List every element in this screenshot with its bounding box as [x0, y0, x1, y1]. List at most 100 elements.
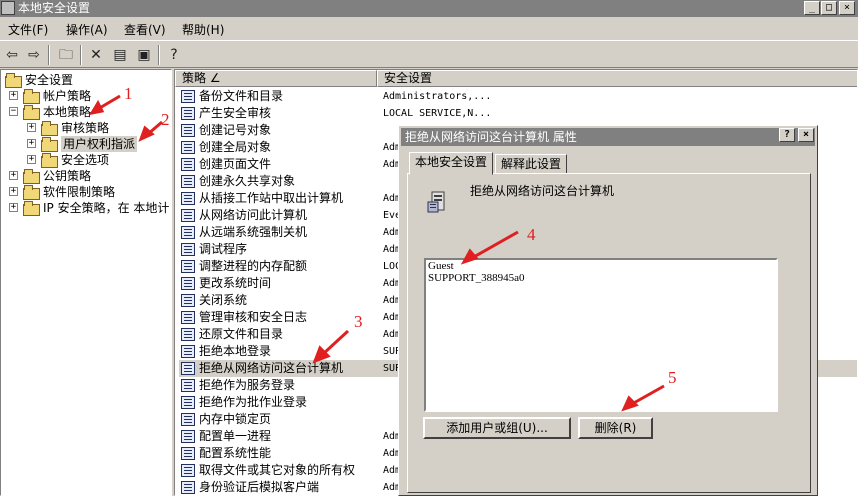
expand-icon[interactable]: + — [9, 187, 18, 196]
user-list[interactable]: Guest SUPPORT_388945a0 — [424, 258, 778, 412]
menu-action[interactable]: 操作(A) — [66, 21, 108, 38]
menu-help[interactable]: 帮助(H) — [182, 21, 224, 38]
policy-icon — [181, 328, 195, 341]
policy-name: 备份文件和目录 — [199, 89, 284, 103]
export-icon[interactable]: ▣ — [134, 45, 154, 65]
policy-name: 更改系统时间 — [199, 276, 272, 290]
policy-icon — [181, 396, 195, 409]
policy-name: 从插接工作站中取出计算机 — [199, 191, 344, 205]
expand-icon[interactable]: + — [9, 203, 18, 212]
toolbar: ⇦ ⇨ 🗀 ✕ ▤ ▣ ? — [0, 40, 858, 68]
policy-icon — [181, 107, 195, 120]
policy-icon — [181, 294, 195, 307]
policy-icon — [181, 90, 195, 103]
policy-name: 创建永久共享对象 — [199, 174, 296, 188]
expand-icon[interactable]: + — [27, 139, 36, 148]
help-icon[interactable]: ? — [164, 45, 184, 65]
menu-view[interactable]: 查看(V) — [124, 21, 166, 38]
add-user-button[interactable]: 添加用户或组(U)... — [423, 417, 571, 439]
close-button[interactable]: × — [839, 1, 855, 15]
policy-name: 拒绝作为批作业登录 — [199, 395, 308, 409]
policy-icon — [181, 260, 195, 273]
policy-icon — [181, 464, 195, 477]
folder-icon — [23, 185, 40, 200]
policy-name: 调试程序 — [199, 242, 248, 256]
policy-name: 从远端系统强制关机 — [199, 225, 308, 239]
menu-bar: 文件(F) 操作(A) 查看(V) 帮助(H) — [0, 17, 858, 39]
policy-icon — [181, 192, 195, 205]
policy-icon — [181, 158, 195, 171]
collapse-icon[interactable]: − — [9, 107, 18, 116]
tab-local-security-setting[interactable]: 本地安全设置 — [409, 152, 494, 175]
policy-label: 拒绝从网络访问这台计算机 — [470, 184, 615, 198]
policy-row[interactable]: 产生安全审核 LOCAL SERVICE,N... — [179, 105, 857, 122]
remove-button[interactable]: 删除(R) — [578, 417, 653, 439]
expand-icon[interactable]: + — [9, 91, 18, 100]
folder-icon — [41, 153, 58, 168]
policy-name: 拒绝作为服务登录 — [199, 378, 296, 392]
policy-icon — [181, 430, 195, 443]
forward-icon[interactable]: ⇨ — [24, 45, 44, 65]
expand-icon[interactable]: + — [27, 155, 36, 164]
window-title: 本地安全设置 — [18, 1, 91, 15]
policy-value: Administrators,... — [383, 91, 492, 102]
policy-name: 产生安全审核 — [199, 106, 272, 120]
menu-file[interactable]: 文件(F) — [8, 21, 48, 38]
user-list-item[interactable]: SUPPORT_388945a0 — [426, 272, 776, 284]
policy-value: LOCAL SERVICE,N... — [383, 108, 492, 119]
policy-icon — [181, 243, 195, 256]
annotation-label-4: 4 — [527, 225, 536, 244]
up-folder-icon[interactable]: 🗀 — [56, 45, 76, 65]
policy-row[interactable]: 备份文件和目录 Administrators,... — [179, 88, 857, 105]
policy-icon — [181, 379, 195, 392]
policy-name: 创建全局对象 — [199, 140, 272, 154]
policy-icon — [181, 362, 195, 375]
policy-icon — [181, 311, 195, 324]
policy-icon — [181, 175, 195, 188]
folder-icon — [5, 73, 22, 88]
policy-name: 管理审核和安全日志 — [199, 310, 308, 324]
dialog-close-button[interactable]: × — [798, 128, 814, 142]
policy-icon — [181, 124, 195, 137]
dialog-help-button[interactable]: ? — [779, 128, 795, 142]
dialog-title: 拒绝从网络访问这台计算机 属性 — [401, 128, 815, 146]
toolbar-separator — [80, 45, 82, 65]
policy-icon — [181, 277, 195, 290]
app-icon — [1, 1, 15, 15]
tree-pane: 安全设置 + 帐户策略 − 本地策略 + 审核策略 + 用户权利指派 + 安全选… — [0, 69, 172, 496]
policy-name: 拒绝本地登录 — [199, 344, 272, 358]
policy-icon — [181, 209, 195, 222]
policy-icon — [181, 345, 195, 358]
back-icon[interactable]: ⇦ — [2, 45, 22, 65]
policy-name: 关闭系统 — [199, 293, 248, 307]
annotation-label-2: 2 — [161, 110, 170, 129]
policy-name: 调整进程的内存配额 — [199, 259, 308, 273]
policy-name: 创建记号对象 — [199, 123, 272, 137]
folder-icon — [41, 121, 58, 136]
policy-icon — [181, 481, 195, 494]
policy-name: 配置单一进程 — [199, 429, 272, 443]
policy-name: 还原文件和目录 — [199, 327, 284, 341]
toolbar-separator — [48, 45, 50, 65]
folder-open-icon — [23, 105, 40, 120]
tab-explain[interactable]: 解释此设置 — [495, 154, 568, 174]
folder-icon — [41, 137, 58, 152]
minimize-button[interactable]: _ — [804, 1, 820, 15]
expand-icon[interactable]: + — [9, 171, 18, 180]
annotation-label-5: 5 — [668, 368, 677, 387]
toolbar-separator — [158, 45, 160, 65]
policy-name: 创建页面文件 — [199, 157, 272, 171]
user-list-item[interactable]: Guest — [426, 260, 776, 272]
policy-icon — [427, 191, 445, 213]
properties-icon[interactable]: ▤ — [110, 45, 130, 65]
policy-icon — [181, 226, 195, 239]
column-header-setting[interactable]: 安全设置 — [377, 70, 857, 87]
shield-icon — [23, 201, 40, 216]
policy-name: 从网络访问此计算机 — [199, 208, 308, 222]
policy-name: 配置系统性能 — [199, 446, 272, 460]
maximize-button[interactable]: □ — [821, 1, 837, 15]
delete-icon[interactable]: ✕ — [86, 45, 106, 65]
expand-icon[interactable]: + — [27, 123, 36, 132]
column-header-policy[interactable]: 策略 ∠ — [175, 70, 377, 87]
properties-dialog: 拒绝从网络访问这台计算机 属性 ? × 本地安全设置 解释此设置 拒绝从网络访问… — [398, 125, 818, 496]
